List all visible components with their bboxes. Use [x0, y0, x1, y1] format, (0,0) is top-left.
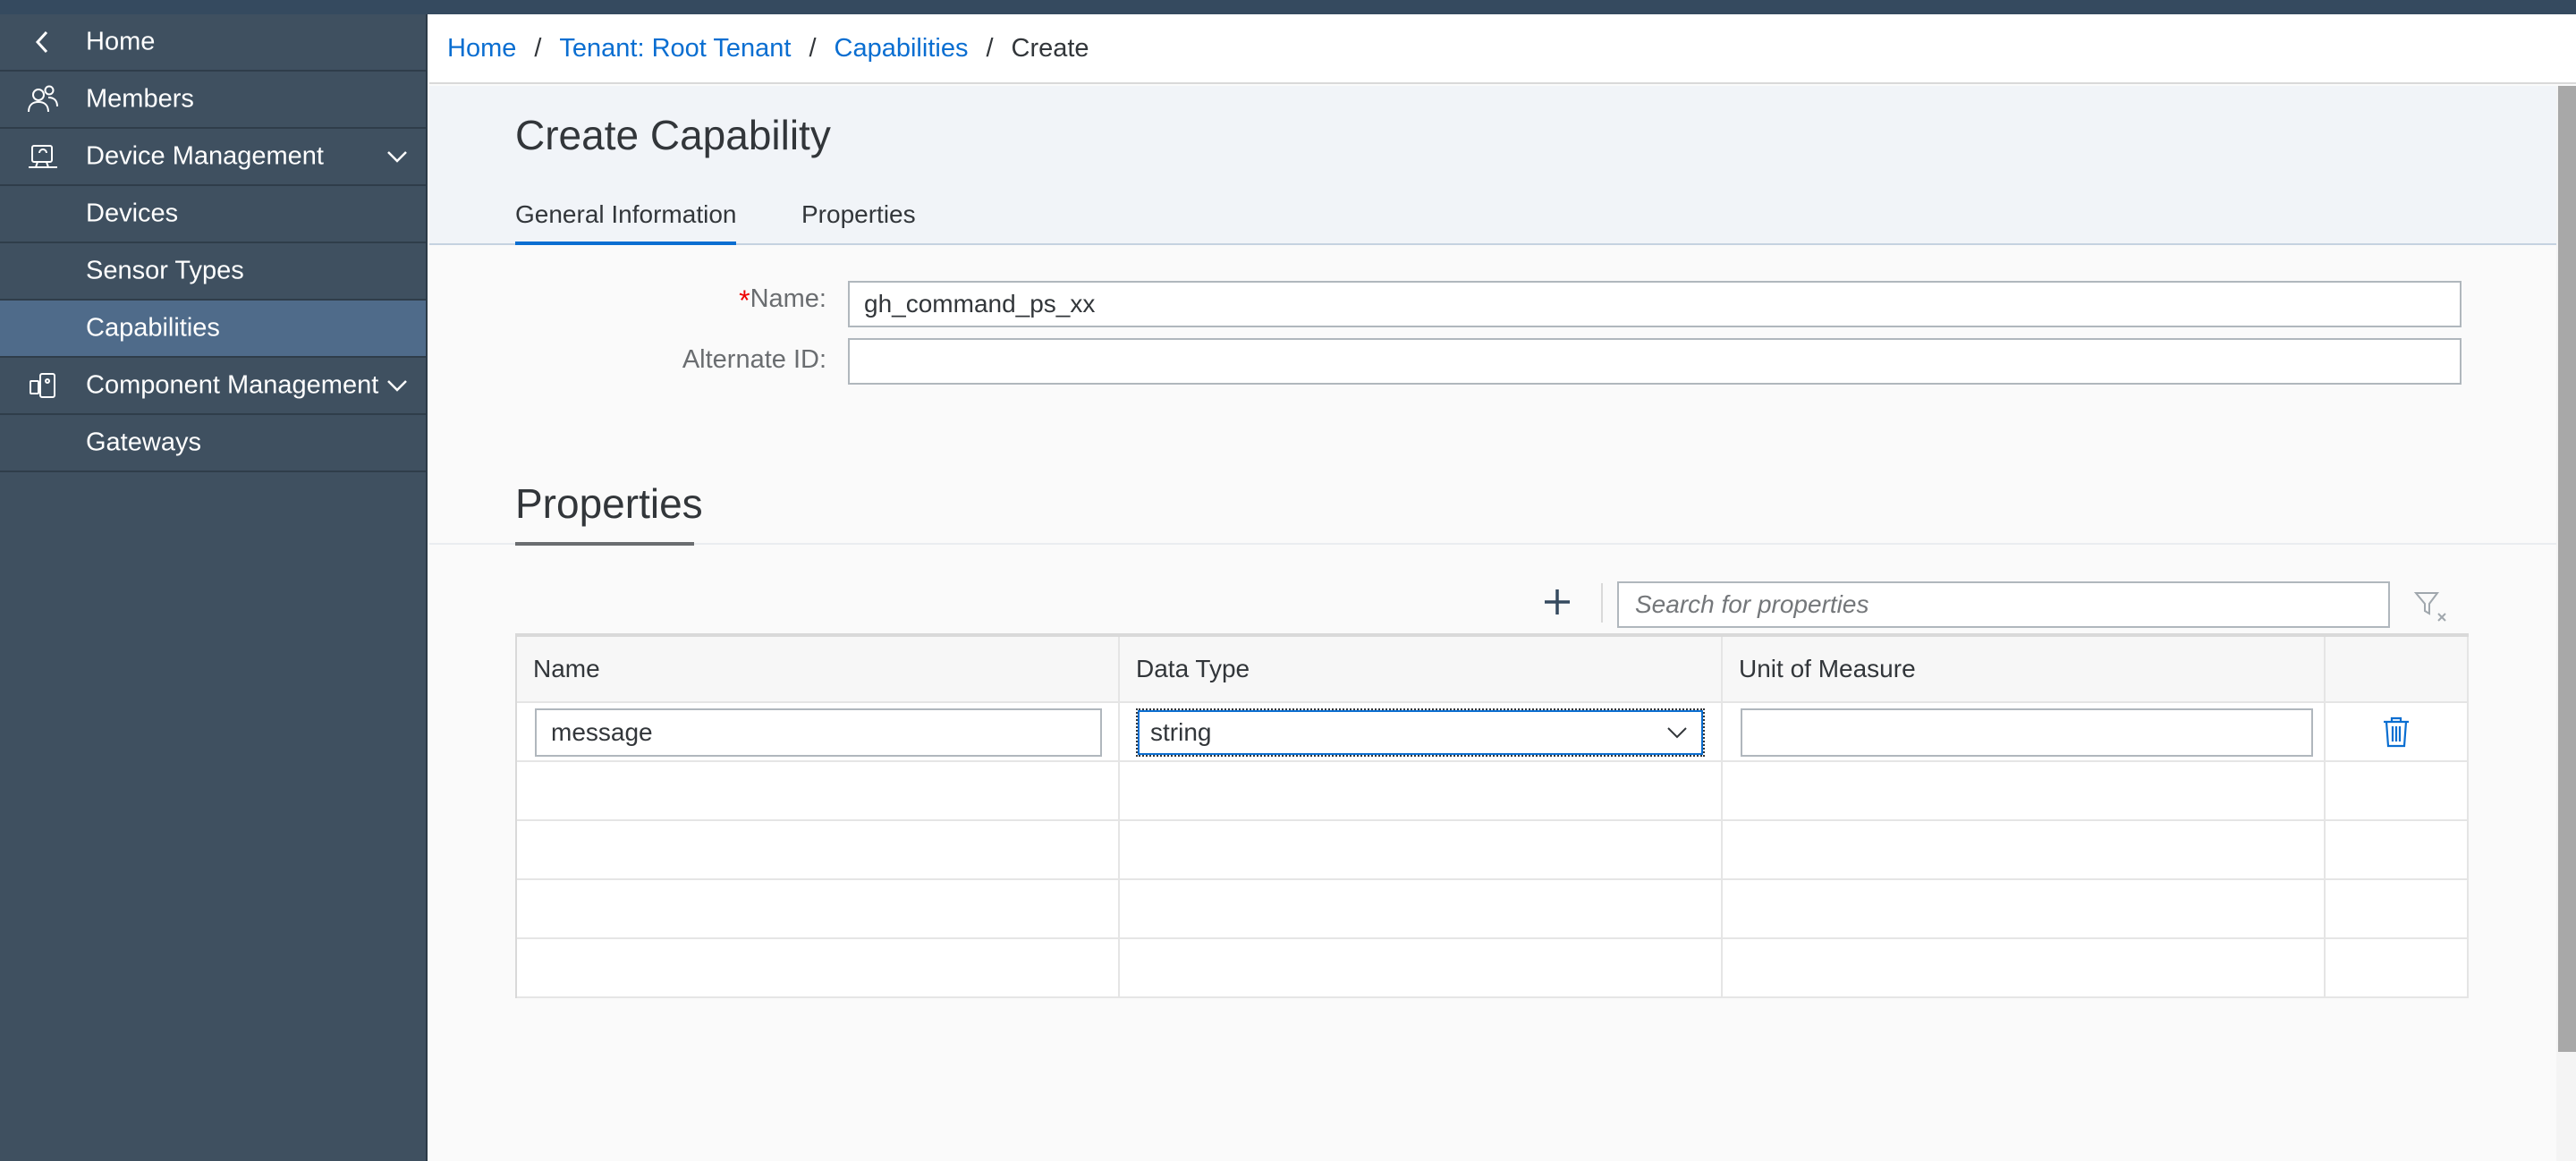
tab-properties[interactable]: Properties: [801, 200, 916, 245]
breadcrumb-separator: /: [986, 33, 994, 63]
breadcrumb-separator: /: [534, 33, 542, 63]
alternate-id-label: Alternate ID:: [682, 345, 826, 374]
sidebar: Home Members Device Management Devices S…: [0, 14, 428, 1161]
clear-filter-icon: [2413, 592, 2446, 622]
name-label: *Name:: [739, 284, 826, 318]
delete-row-button[interactable]: [2378, 714, 2414, 750]
breadcrumb-separator: /: [809, 33, 817, 63]
section-title-underline: [515, 542, 694, 546]
unit-cell: [1723, 703, 2326, 760]
table-row: [517, 821, 2469, 880]
sidebar-item-label: Gateways: [86, 428, 201, 457]
page-title: Create Capability: [515, 112, 831, 158]
data-type-cell: string: [1120, 703, 1723, 760]
table-row: [517, 939, 2469, 998]
add-property-button[interactable]: [1537, 581, 1578, 623]
sidebar-item-members[interactable]: Members: [0, 72, 426, 129]
tab-general-information[interactable]: General Information: [515, 200, 737, 245]
column-header-label: Unit of Measure: [1739, 655, 1916, 682]
component-management-icon: [25, 368, 61, 403]
clear-filter-button[interactable]: [2411, 587, 2451, 626]
name-field[interactable]: [848, 281, 2462, 327]
members-icon: [25, 81, 61, 117]
column-header-name: Name: [517, 637, 1120, 701]
table-row: string: [517, 703, 2469, 762]
alternate-id-field[interactable]: [848, 338, 2462, 385]
property-name-input[interactable]: [535, 708, 1102, 757]
name-label-text: Name:: [750, 284, 826, 313]
breadcrumb-link-home[interactable]: Home: [447, 34, 516, 64]
sidebar-item-capabilities[interactable]: Capabilities: [0, 301, 426, 358]
actions-cell: [2326, 703, 2469, 760]
name-cell: [517, 703, 1120, 760]
sidebar-item-sensor-types[interactable]: Sensor Types: [0, 243, 426, 301]
sidebar-item-label: Device Management: [86, 141, 324, 171]
scrollbar-thumb[interactable]: [2558, 86, 2576, 1052]
plus-icon: [1545, 589, 1570, 614]
required-marker: *: [739, 284, 750, 317]
breadcrumb-current: Create: [1011, 33, 1089, 63]
sidebar-item-label: Sensor Types: [86, 256, 244, 285]
toolbar-separator: [1601, 583, 1603, 623]
chevron-down-icon[interactable]: [383, 142, 411, 171]
column-header-label: Data Type: [1136, 655, 1250, 682]
sidebar-item-label: Home: [86, 27, 156, 56]
column-header-data-type: Data Type: [1120, 637, 1723, 701]
sidebar-item-label: Members: [86, 84, 194, 114]
properties-table: Name Data Type Unit of Measure string: [515, 633, 2469, 998]
breadcrumb: Home / Tenant: Root Tenant / Capabilitie…: [429, 14, 2576, 84]
chevron-down-icon: [1664, 719, 1690, 746]
properties-section-title: Properties: [515, 480, 703, 527]
table-header-row: Name Data Type Unit of Measure: [517, 637, 2469, 703]
column-header-actions: [2326, 637, 2469, 701]
search-properties-input[interactable]: [1617, 581, 2390, 628]
sidebar-item-label: Devices: [86, 199, 179, 228]
table-row: [517, 762, 2469, 821]
column-header-label: Name: [533, 655, 600, 682]
sidebar-item-devices[interactable]: Devices: [0, 186, 426, 243]
chevron-left-icon: [25, 24, 61, 60]
object-header: Create Capability General Information Pr…: [429, 86, 2556, 245]
top-bar: [0, 0, 2576, 14]
chevron-down-icon[interactable]: [383, 371, 411, 400]
trash-icon: [2384, 716, 2409, 748]
sidebar-item-gateways[interactable]: Gateways: [0, 415, 426, 472]
sidebar-item-device-management[interactable]: Device Management: [0, 129, 426, 186]
data-type-select[interactable]: string: [1136, 708, 1705, 757]
unit-of-measure-input[interactable]: [1741, 708, 2313, 757]
sidebar-item-component-management[interactable]: Component Management: [0, 358, 426, 415]
section-divider: [429, 543, 2556, 545]
column-header-unit-of-measure: Unit of Measure: [1723, 637, 2326, 701]
breadcrumb-link-capabilities[interactable]: Capabilities: [835, 34, 969, 64]
table-row: [517, 880, 2469, 939]
sidebar-item-home[interactable]: Home: [0, 14, 426, 72]
breadcrumb-link-tenant[interactable]: Tenant: Root Tenant: [559, 34, 791, 64]
device-management-icon: [25, 139, 61, 174]
data-type-value: string: [1150, 718, 1212, 746]
sidebar-item-label: Capabilities: [86, 313, 220, 343]
sidebar-item-label: Component Management: [86, 370, 379, 400]
